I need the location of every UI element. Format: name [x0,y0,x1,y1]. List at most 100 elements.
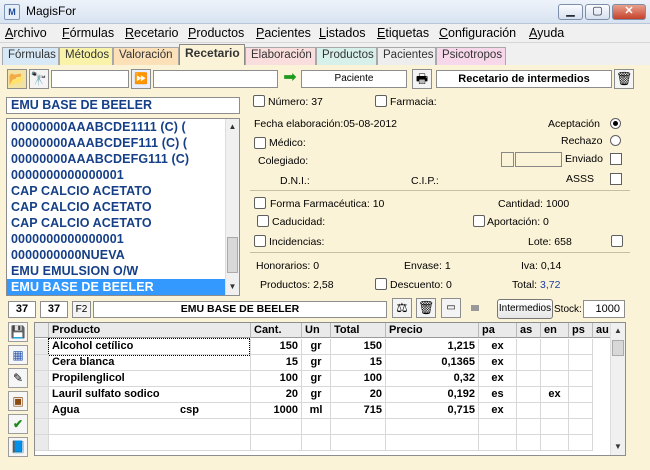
table-cell-extra[interactable]: csp [177,403,251,419]
incidencias-checkbox[interactable] [254,235,266,247]
list-item[interactable]: 0000000000000001 [7,231,227,247]
table-cell-extra[interactable] [177,339,251,355]
patient-button[interactable]: Paciente [301,70,407,88]
scroll-down-arrow[interactable]: ▼ [226,279,239,295]
table-cell-producto[interactable]: Cera blanca [49,355,177,371]
table-cell-as[interactable] [517,371,541,387]
row-selector[interactable] [35,419,49,435]
table-cell-en[interactable]: ex [541,387,569,403]
empty-cell[interactable] [386,419,479,435]
asss-checkbox[interactable] [610,173,622,185]
list-item[interactable]: EMU BASE DE BEELER [7,279,227,295]
col-ps[interactable]: ps [569,323,593,338]
table-cell-precio[interactable]: 0,192 [386,387,479,403]
col-au[interactable]: au [593,323,611,338]
col-en[interactable]: en [541,323,569,338]
box-icon[interactable]: ▣ [8,391,28,411]
table-cell-producto[interactable]: Lauril sulfato sodico [49,387,177,403]
table-cell-en[interactable] [541,403,569,419]
table-cell-as[interactable] [517,339,541,355]
menu-pacientes[interactable]: Pacientes [256,26,311,40]
fast-forward-icon[interactable]: ⏩ [131,69,151,89]
check-icon[interactable]: ✔ [8,414,28,434]
table-cell-producto[interactable]: Propilenglicol [49,371,177,387]
row-selector[interactable] [35,355,49,371]
table-cell-cant[interactable]: 20 [251,387,302,403]
menu-productos[interactable]: Productos [188,26,244,40]
table-cell-pa[interactable]: ex [479,403,517,419]
tab-formulas[interactable]: Fórmulas [2,47,59,65]
table-cell-ps[interactable] [569,403,593,419]
table-cell-cant[interactable]: 1000 [251,403,302,419]
list-item[interactable]: CAP CALCIO ACETATO [7,199,227,215]
medico-checkbox[interactable] [254,137,266,149]
numero-checkbox[interactable] [253,95,265,107]
colegiado-field[interactable] [515,152,562,167]
list-item[interactable]: 00000000AAABCDEF111 (C) ( [7,135,227,151]
tab-metodos[interactable]: Métodos [59,47,113,65]
table-cell-pa[interactable]: es [479,387,517,403]
maximize-button[interactable]: ▢ [585,4,610,20]
table-cell-precio[interactable]: 0,715 [386,403,479,419]
table-cell-precio[interactable]: 0,32 [386,371,479,387]
colegiado-spin[interactable] [501,152,514,167]
enviado-checkbox[interactable] [610,153,622,165]
calculator-icon[interactable]: ▦ [8,345,28,365]
table-cell-precio[interactable]: 0,1365 [386,355,479,371]
scale-icon[interactable]: ⚖ [392,298,412,318]
empty-cell[interactable] [49,419,177,435]
tab-elaboracion[interactable]: Elaboración [245,47,316,65]
table-cell-total[interactable]: 20 [331,387,386,403]
table-cell-en[interactable] [541,355,569,371]
descuento-checkbox[interactable] [375,278,387,290]
tab-psicotropos[interactable]: Psicotropos [436,47,506,65]
list-item[interactable]: 0000000000NUEVA [7,247,227,263]
list-scrollbar[interactable]: ▲ ▼ [225,119,239,295]
col-cant[interactable]: Cant. [251,323,302,338]
save-icon[interactable]: 💾 [8,322,28,342]
caducidad-checkbox[interactable] [257,215,269,227]
green-arrow-icon[interactable]: ➡ [280,69,300,89]
book-icon[interactable]: 📘 [8,437,28,457]
table-cell-producto[interactable]: Agua [49,403,177,419]
folder-open-icon[interactable]: 📂 [7,69,27,89]
row-selector[interactable] [35,435,49,451]
scroll-down-arrow[interactable]: ▼ [611,439,625,455]
table-cell-en[interactable] [541,371,569,387]
scroll-up-arrow[interactable]: ▲ [226,119,239,135]
empty-cell[interactable] [569,419,593,435]
tab-valoracion[interactable]: Valoración [113,47,179,65]
menu-listados[interactable]: Listados [319,26,366,40]
list-item[interactable]: CAP CALCIO ACETATO [7,215,227,231]
list-item[interactable]: 00000000AAABCDE1111 (C) ( [7,119,227,135]
empty-cell[interactable] [569,435,593,451]
scroll-thumb[interactable] [612,340,624,356]
tab-productos[interactable]: Productos [316,47,377,65]
table-cell-total[interactable]: 15 [331,355,386,371]
table-cell-cant[interactable]: 100 [251,371,302,387]
intermedios-button[interactable]: Intermedios [497,299,553,319]
row-selector[interactable] [35,339,49,355]
rechazo-radio[interactable] [610,135,621,146]
menu-archivo[interactable]: Archivo [5,26,47,40]
search-input[interactable] [51,70,129,88]
table-cell-pa[interactable]: ex [479,371,517,387]
table-cell-ps[interactable] [569,339,593,355]
empty-cell[interactable] [331,435,386,451]
minimize-button[interactable]: ▁ [558,4,583,20]
empty-cell[interactable] [479,435,517,451]
table-cell-extra[interactable] [177,387,251,403]
table-cell-un[interactable]: gr [302,339,331,355]
menu-recetario[interactable]: Recetario [125,26,179,40]
table-cell-cant[interactable]: 150 [251,339,302,355]
next-input[interactable] [153,70,278,88]
table-cell-un[interactable]: gr [302,387,331,403]
numero-field-1[interactable]: 37 [8,301,36,318]
table-scrollbar[interactable]: ▲ ▼ [610,323,625,455]
table-cell-un[interactable]: gr [302,355,331,371]
binoculars-icon[interactable]: 🔭 [29,69,49,89]
lote-checkbox[interactable] [611,235,623,247]
table-cell-un[interactable]: ml [302,403,331,419]
f2-button[interactable]: F2 [72,301,91,318]
table-cell-as[interactable] [517,355,541,371]
